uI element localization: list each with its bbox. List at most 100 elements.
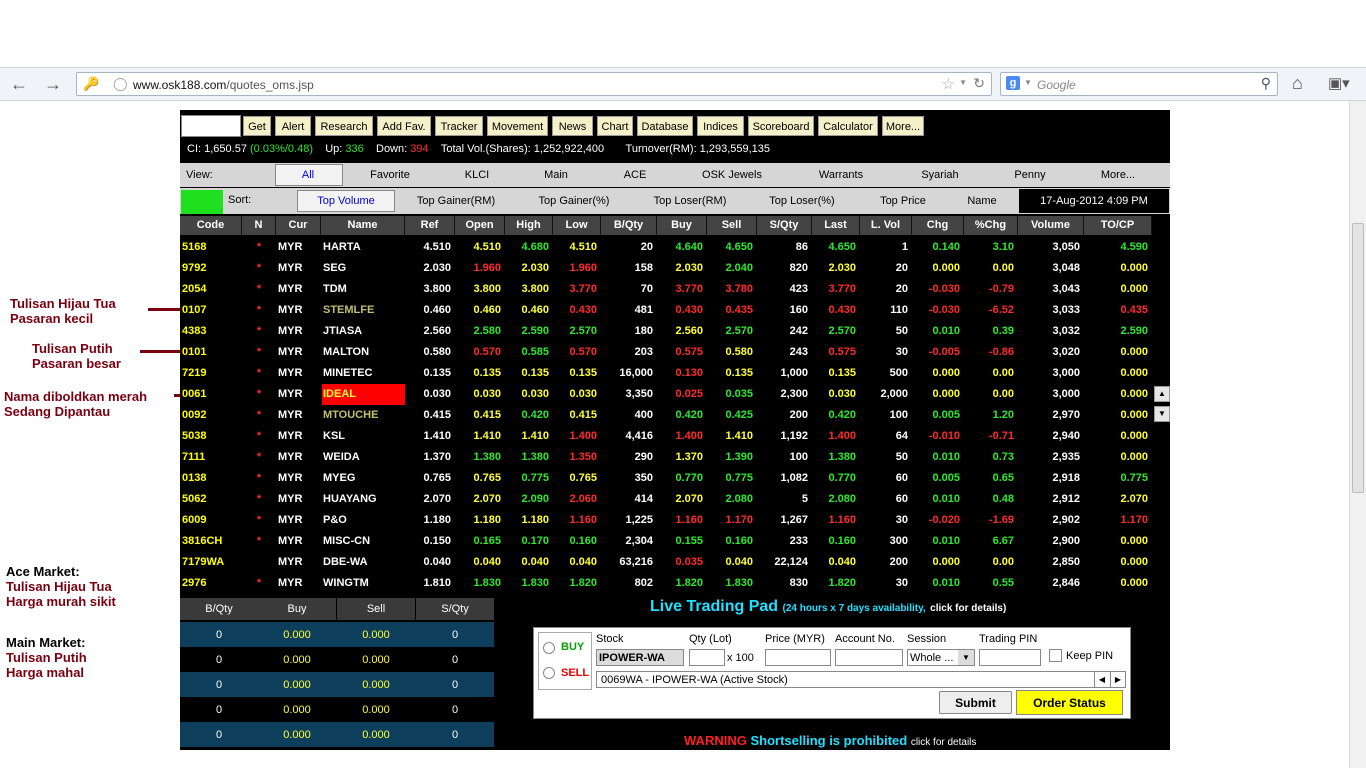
column-header-name[interactable]: Name [321,216,405,235]
details-link[interactable]: click for details) [930,603,1006,614]
column-header-pchg[interactable]: %Chg [964,216,1018,235]
stock-code-input[interactable] [181,115,241,137]
keep-pin-checkbox[interactable] [1049,649,1062,662]
toolbar-button-calculator[interactable]: Calculator [818,116,878,136]
home-icon[interactable]: ⌂ [1292,73,1303,94]
toolbar-button-database[interactable]: Database [637,116,693,136]
cell-n: * [256,430,262,442]
bookmark-star-icon[interactable]: ☆ [942,75,955,93]
view-tab-oskjewels[interactable]: OSK Jewels [692,169,772,181]
stock-field[interactable]: IPOWER-WA [596,649,684,666]
search-engine-dropdown-icon[interactable]: ▼ [1024,78,1032,87]
dropdown-arrow-icon[interactable]: ▼ [959,78,967,87]
toolbar-button-get[interactable]: Get [243,116,271,136]
column-header-code[interactable]: Code [180,216,242,235]
view-tab-ace[interactable]: ACE [595,169,675,181]
warning-details-link[interactable]: click for details [911,737,977,748]
view-tab-klci[interactable]: KLCI [437,169,517,181]
view-tab-penny[interactable]: Penny [990,169,1070,181]
table-row[interactable]: 4383 * MYR JTIASA 2.560 2.580 2.590 2.570 180 2.5… [180,321,1154,342]
search-icon[interactable]: ⚲ [1261,75,1271,92]
sort-option-topgainer[interactable]: Top Gainer(%) [524,195,624,207]
cell-volume: 2,902 [1052,514,1080,526]
qty-input[interactable] [689,649,725,666]
column-header-bqty[interactable]: B/Qty [601,216,657,235]
scroll-down-icon[interactable]: ▼ [1154,406,1170,422]
column-header-n[interactable]: N [242,216,276,235]
column-header-buy[interactable]: Buy [657,216,707,235]
toolbar-button-news[interactable]: News [552,116,593,136]
forward-arrow-icon[interactable]: → [44,74,62,95]
warning-banner[interactable]: WARNING Shortselling is prohibited click… [684,733,976,748]
table-row[interactable]: 0092 * MYR MTOUCHE 0.415 0.415 0.420 0.415 400 0.… [180,405,1154,426]
view-tab-main[interactable]: Main [516,169,596,181]
chevron-down-icon[interactable]: ▼ [958,650,974,665]
column-header-sell[interactable]: Sell [707,216,757,235]
table-row[interactable]: 5038 * MYR KSL 1.410 1.410 1.410 1.400 4,416 1.40… [180,426,1154,447]
column-header-lvol[interactable]: L. Vol [860,216,912,235]
left-arrow-icon[interactable]: ◀ [1094,672,1109,687]
table-row[interactable]: 5062 * MYR HUAYANG 2.070 2.070 2.090 2.060 414 2.… [180,489,1154,510]
sort-option-name[interactable]: Name [932,195,1032,207]
column-header-ref[interactable]: Ref [405,216,455,235]
order-status-button[interactable]: Order Status [1016,690,1123,715]
column-header-open[interactable]: Open [455,216,505,235]
back-arrow-icon[interactable]: ← [10,74,28,95]
column-header-high[interactable]: High [505,216,553,235]
column-header-cur[interactable]: Cur [276,216,321,235]
account-input[interactable] [835,649,903,666]
view-tab-warrants[interactable]: Warrants [801,169,881,181]
toolbar-button-scoreboard[interactable]: Scoreboard [748,116,814,136]
column-header-low[interactable]: Low [553,216,601,235]
sort-option-topvolume[interactable]: Top Volume [296,195,396,207]
view-tab-all[interactable]: All [268,169,348,181]
trading-pad-title[interactable]: Live Trading Pad (24 hours x 7 days avai… [650,598,1006,616]
table-row[interactable]: 2054 * MYR TDM 3.800 3.800 3.800 3.770 70 3.770 3.… [180,279,1154,300]
table-row[interactable]: 5168 * MYR HARTA 4.510 4.510 4.680 4.510 20 4.640… [180,237,1154,258]
toolbar-button-tracker[interactable]: Tracker [435,116,483,136]
view-tab-favorite[interactable]: Favorite [350,169,430,181]
search-bar[interactable]: g ▼ Google ⚲ [1000,72,1278,96]
column-header-sqty[interactable]: S/Qty [757,216,812,235]
sort-option-toploser[interactable]: Top Loser(%) [752,195,852,207]
sort-option-topgainerrm[interactable]: Top Gainer(RM) [406,195,506,207]
view-tab-syariah[interactable]: Syariah [900,169,980,181]
table-row[interactable]: 7179WA MYR DBE-WA 0.040 0.040 0.040 0.040 63,21… [180,552,1154,573]
session-select[interactable]: Whole ... ▼ [907,649,975,666]
column-header-chg[interactable]: Chg [912,216,964,235]
table-row[interactable]: 0107 * MYR STEMLFE 0.460 0.460 0.460 0.430 481 0.… [180,300,1154,321]
table-row[interactable]: 7219 * MYR MINETEC 0.135 0.135 0.135 0.135 16,00… [180,363,1154,384]
reload-icon[interactable]: ↻ [973,75,985,92]
toolbar-button-chart[interactable]: Chart [597,116,633,136]
pin-input[interactable] [979,649,1041,666]
url-bar[interactable]: 🔑 ◯ www.osk188.com/quotes_oms.jsp ☆ ▼ ↻ [76,72,992,96]
table-row[interactable]: 0061 * MYR IDEAL 0.030 0.030 0.030 0.030 3,350 0.… [180,384,1154,405]
toolbar-button-research[interactable]: Research [315,116,373,136]
column-header-tocp[interactable]: TO/CP [1084,216,1152,235]
view-tab-more[interactable]: More... [1078,169,1158,181]
toolbar-button-indices[interactable]: Indices [697,116,744,136]
table-row[interactable]: 3816CH * MYR MISC-CN 0.150 0.165 0.170 0.160 2,3… [180,531,1154,552]
table-row[interactable]: 6009 * MYR P&O 1.180 1.180 1.180 1.160 1,225 1.16… [180,510,1154,531]
right-arrow-icon[interactable]: ▶ [1110,672,1125,687]
active-stock-field[interactable]: 0069WA - IPOWER-WA (Active Stock) ◀ ▶ [596,671,1126,688]
page-scrollbar-thumb[interactable] [1352,223,1364,493]
toolbar-button-addfav[interactable]: Add Fav. [377,116,431,136]
sell-radio[interactable] [543,667,555,679]
column-header-volume[interactable]: Volume [1018,216,1084,235]
scroll-up-icon[interactable]: ▲ [1154,386,1170,402]
price-input[interactable] [765,649,831,666]
submit-button[interactable]: Submit [939,691,1012,714]
table-row[interactable]: 7111 * MYR WEIDA 1.370 1.380 1.380 1.350 290 1.37… [180,447,1154,468]
toolbar-button-more[interactable]: More... [882,116,924,136]
table-row[interactable]: 0101 * MYR MALTON 0.580 0.570 0.585 0.570 203 0.5… [180,342,1154,363]
page-scrollbar[interactable] [1349,101,1366,768]
sort-option-toploserrm[interactable]: Top Loser(RM) [640,195,740,207]
column-header-last[interactable]: Last [812,216,860,235]
table-row[interactable]: 9792 * MYR SEG 2.030 1.960 2.030 1.960 158 2.030 2… [180,258,1154,279]
buy-radio[interactable] [543,642,555,654]
toolbar-button-movement[interactable]: Movement [487,116,548,136]
table-row[interactable]: 0138 * MYR MYEG 0.765 0.765 0.775 0.765 350 0.770… [180,468,1154,489]
toolbar-button-alert[interactable]: Alert [275,116,311,136]
bookmarks-menu-icon[interactable]: ▣▾ [1328,74,1350,92]
